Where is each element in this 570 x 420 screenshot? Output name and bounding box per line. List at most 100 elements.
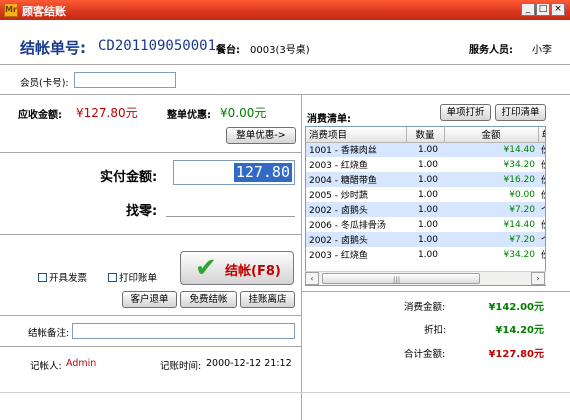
member-divider bbox=[0, 94, 570, 95]
horizontal-scrollbar[interactable]: ‹ ||| › bbox=[305, 271, 546, 285]
row-qty: 1.00 bbox=[406, 202, 444, 217]
minimize-icon[interactable]: _ bbox=[521, 3, 535, 16]
row-unit: 个 bbox=[538, 232, 545, 247]
title-bar: Mr 顾客结账 _ □ × bbox=[0, 0, 570, 20]
table-label: 餐台: bbox=[216, 45, 240, 56]
settle-button[interactable]: ✔ 结帐(F8) bbox=[180, 251, 294, 285]
record-time-label: 记账时间: bbox=[160, 361, 202, 372]
consumption-list-title: 消费清单: bbox=[307, 114, 351, 125]
settle-note-input[interactable] bbox=[72, 323, 295, 339]
table-row[interactable]: 2002 - 卤鹅头 1.00 ¥7.20 个 bbox=[306, 202, 545, 217]
change-label: 找零: bbox=[126, 204, 158, 219]
consume-amount-value: ¥142.00元 bbox=[488, 302, 544, 313]
bottom-divider bbox=[0, 392, 570, 393]
settle-note-label: 结帐备注: bbox=[28, 328, 70, 339]
order-discount-value: ¥0.00元 bbox=[220, 106, 267, 120]
header-divider bbox=[0, 64, 570, 65]
scrollbar-thumb[interactable]: ||| bbox=[322, 273, 480, 284]
paid-amount-value: 127.80 bbox=[233, 163, 292, 182]
row-unit: 份 bbox=[538, 217, 545, 232]
amount-divider bbox=[0, 152, 301, 153]
note-divider bbox=[0, 346, 301, 347]
recorder-value: Admin bbox=[66, 358, 97, 369]
row-item: 2003 - 红烧鱼 bbox=[309, 251, 368, 261]
staff-label: 服务人员: bbox=[469, 45, 513, 56]
order-number-label: 结帐单号: bbox=[20, 39, 86, 57]
row-qty: 1.00 bbox=[406, 142, 444, 157]
row-amount: ¥7.20 bbox=[444, 232, 538, 247]
print-bill-checkbox[interactable]: 打印账单 bbox=[108, 270, 157, 284]
row-item: 2002 - 卤鹅头 bbox=[306, 232, 406, 247]
discount-amount-value: ¥14.20元 bbox=[495, 325, 544, 336]
row-amount: ¥7.20 bbox=[444, 202, 538, 217]
total-amount-label: 合计金额: bbox=[404, 349, 446, 360]
table-row[interactable]: 2006 - 冬瓜排骨汤 1.00 ¥14.40 份 bbox=[306, 217, 545, 232]
scroll-right-icon[interactable]: › bbox=[531, 272, 545, 285]
paid-amount-label: 实付金额: bbox=[100, 170, 158, 185]
row-qty: 1.00 bbox=[417, 159, 438, 170]
order-discount-label: 整单优惠: bbox=[167, 110, 211, 121]
invoice-checkbox-label: 开具发票 bbox=[49, 273, 88, 284]
checkbox-box[interactable] bbox=[38, 273, 47, 282]
row-item: 2002 - 卤鹅头 bbox=[306, 202, 406, 217]
discount-amount-label: 折扣: bbox=[424, 325, 447, 336]
close-icon[interactable]: × bbox=[551, 3, 565, 16]
table-row[interactable]: 2004 - 糖醋带鱼 1.00 ¥16.20 份 bbox=[306, 172, 545, 187]
paid-amount-input[interactable]: 127.80 bbox=[173, 160, 295, 185]
order-discount-button[interactable]: 整单优惠-> bbox=[226, 127, 296, 144]
print-bill-checkbox-label: 打印账单 bbox=[119, 273, 158, 284]
row-qty: 1.00 bbox=[417, 189, 438, 200]
row-amount: ¥0.00 bbox=[509, 189, 535, 200]
checkbox-box[interactable] bbox=[108, 273, 117, 282]
record-time-value: 2000-12-12 21:12 bbox=[206, 358, 292, 369]
table-value: 0003(3号桌) bbox=[250, 45, 310, 56]
table-row[interactable]: 2003 - 红烧鱼 1.00 ¥34.20 份 bbox=[306, 157, 545, 172]
row-unit: 份 bbox=[538, 172, 545, 187]
row-item: 2005 - 炒时蔬 bbox=[309, 191, 368, 201]
change-value-field bbox=[166, 216, 295, 217]
staff-value: 小李 bbox=[532, 45, 552, 56]
table-row[interactable]: 2005 - 炒时蔬 1.00 ¥0.00 份 bbox=[306, 187, 545, 202]
member-card-input[interactable] bbox=[74, 72, 176, 88]
app-icon: Mr bbox=[4, 3, 18, 17]
row-unit: 份 bbox=[538, 142, 545, 157]
free-settle-button[interactable]: 免费结帐 bbox=[180, 291, 237, 308]
consumption-table[interactable]: 消费项目 数量 金额 单 1001 - 香辣肉丝 1.00 ¥14.40 份 2… bbox=[305, 126, 546, 286]
column-header-item[interactable]: 消费项目 bbox=[306, 127, 407, 143]
summary-divider bbox=[302, 291, 570, 292]
row-qty: 1.00 bbox=[417, 249, 438, 260]
consume-amount-label: 消费金额: bbox=[404, 302, 446, 313]
column-header-unit[interactable]: 单 bbox=[538, 127, 545, 143]
row-item: 2003 - 红烧鱼 bbox=[309, 161, 368, 171]
recorder-label: 记帐人: bbox=[30, 361, 62, 372]
table-header-row: 消费项目 数量 金额 单 bbox=[306, 127, 545, 143]
maximize-icon[interactable]: □ bbox=[536, 3, 550, 16]
table-row[interactable]: 2003 - 红烧鱼 1.00 ¥34.20 份 bbox=[306, 247, 545, 262]
credit-leave-button[interactable]: 挂账离店 bbox=[240, 291, 295, 308]
grip-icon: ||| bbox=[393, 276, 401, 284]
table-row[interactable]: 2002 - 卤鹅头 1.00 ¥7.20 个 bbox=[306, 232, 545, 247]
receivable-value: ¥127.80元 bbox=[76, 106, 138, 120]
member-card-label: 会员(卡号): bbox=[20, 78, 69, 89]
customer-return-button[interactable]: 客户退单 bbox=[122, 291, 177, 308]
row-amount: ¥14.40 bbox=[503, 219, 536, 230]
scroll-left-icon[interactable]: ‹ bbox=[305, 272, 319, 285]
row-item: 2006 - 冬瓜排骨汤 bbox=[309, 221, 386, 231]
column-header-amount[interactable]: 金额 bbox=[444, 127, 539, 143]
row-qty: 1.00 bbox=[406, 232, 444, 247]
item-discount-button[interactable]: 单项打折 bbox=[440, 104, 491, 121]
order-header: 结帐单号: CD201109050001 餐台: 0003(3号桌) 服务人员:… bbox=[0, 20, 570, 70]
receivable-label: 应收金额: bbox=[18, 110, 62, 121]
total-amount-value: ¥127.80元 bbox=[488, 349, 544, 360]
row-unit: 份 bbox=[538, 187, 545, 202]
print-list-button[interactable]: 打印清单 bbox=[495, 104, 546, 121]
action-divider bbox=[0, 315, 301, 316]
invoice-checkbox[interactable]: 开具发票 bbox=[38, 270, 87, 284]
check-icon: ✔ bbox=[195, 253, 217, 283]
table-row[interactable]: 1001 - 香辣肉丝 1.00 ¥14.40 份 bbox=[306, 142, 545, 157]
row-unit: 个 bbox=[538, 202, 545, 217]
row-unit: 份 bbox=[538, 157, 545, 172]
row-qty: 1.00 bbox=[417, 219, 438, 230]
row-amount: ¥14.40 bbox=[444, 142, 538, 157]
column-header-qty[interactable]: 数量 bbox=[406, 127, 445, 143]
